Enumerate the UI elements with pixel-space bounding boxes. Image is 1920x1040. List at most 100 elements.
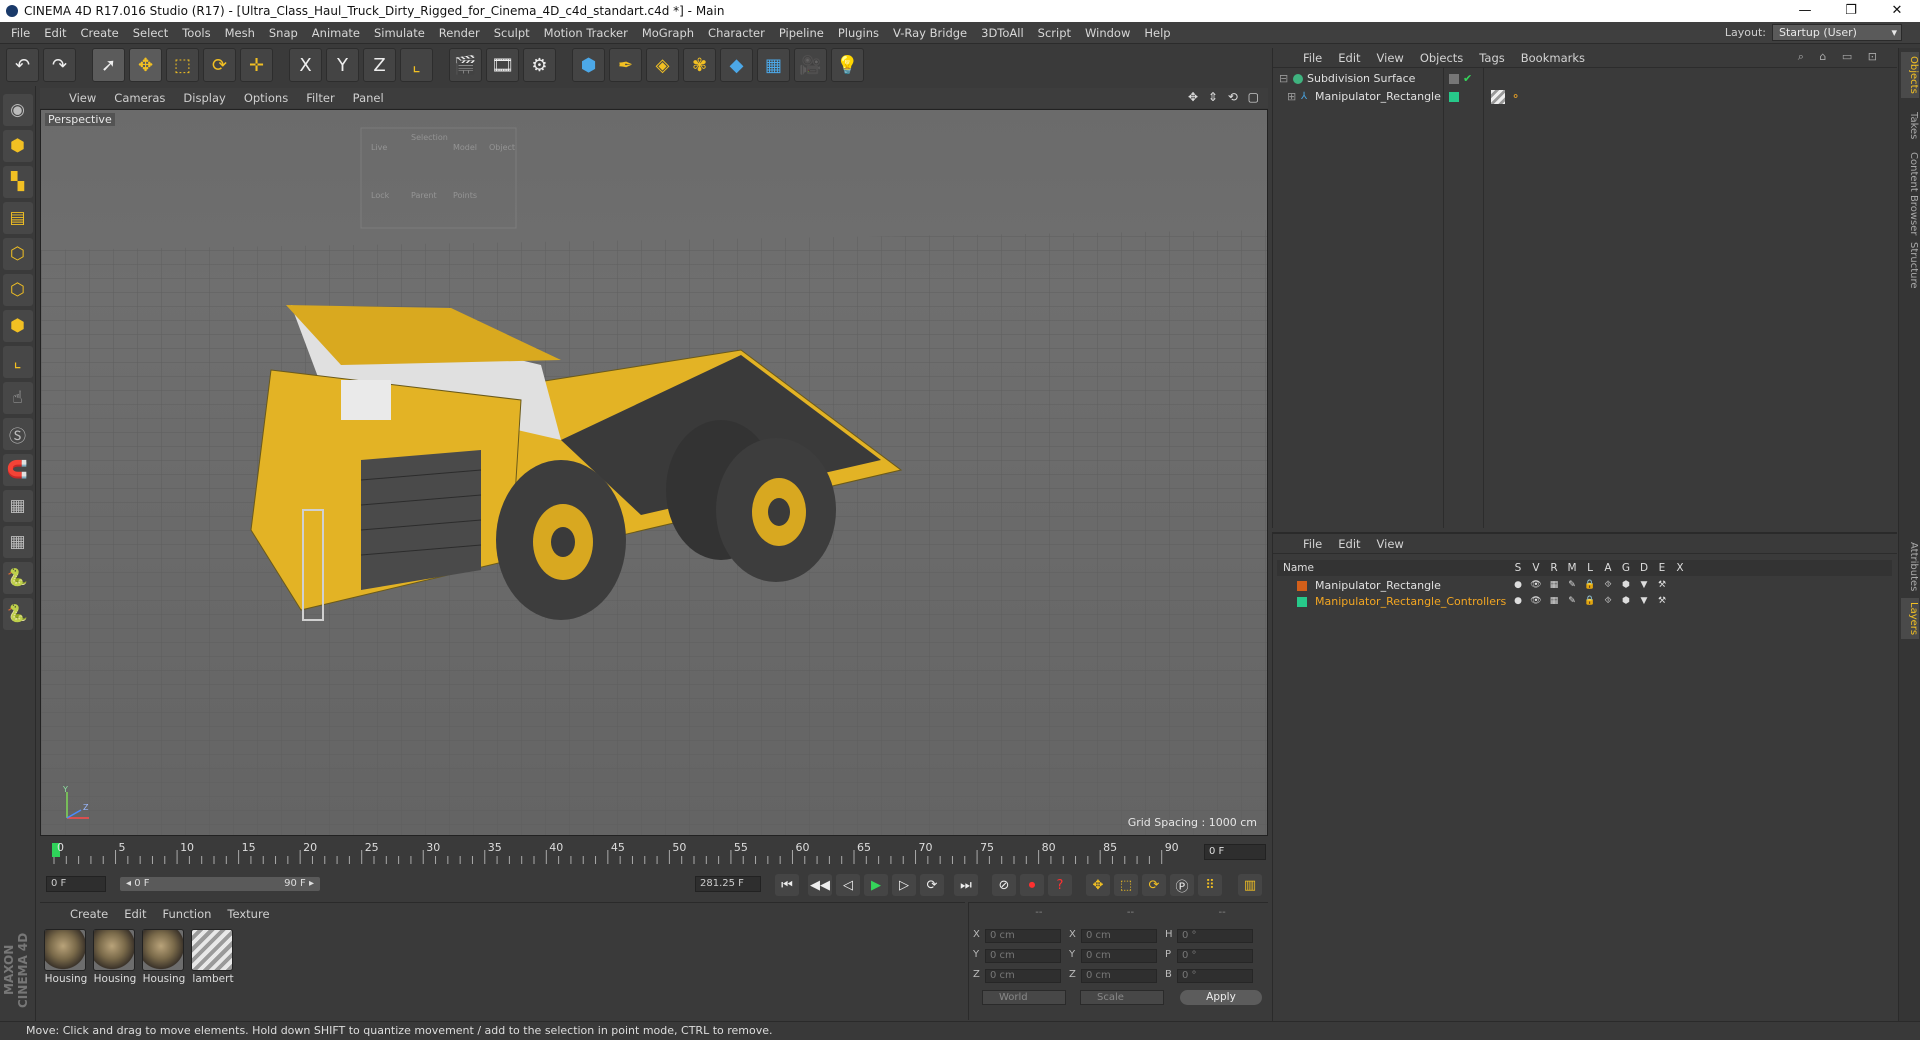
- python-script-icon[interactable]: 🐍: [2, 598, 33, 630]
- layer-manager-icon[interactable]: ✎: [1563, 594, 1581, 609]
- position-z-field[interactable]: 0 cm: [985, 969, 1061, 983]
- object-menu-tags[interactable]: Tags: [1471, 51, 1512, 65]
- layer-column-animation[interactable]: A: [1599, 560, 1617, 576]
- position-x-field[interactable]: 0 cm: [985, 929, 1061, 943]
- tab-objects[interactable]: Objects: [1901, 52, 1919, 98]
- points-mode-icon[interactable]: ⬡: [2, 238, 33, 270]
- cloner-icon[interactable]: ✾: [683, 48, 716, 82]
- planar-workplane-icon[interactable]: ▦: [2, 526, 33, 558]
- maximize-button[interactable]: ❐: [1828, 0, 1874, 22]
- layout-dropdown[interactable]: Startup (User): [1772, 24, 1902, 41]
- viewport-menu-view[interactable]: View: [60, 91, 105, 105]
- render-view-icon[interactable]: 🎬: [449, 48, 482, 82]
- layer-manager-icon[interactable]: ✎: [1563, 578, 1581, 593]
- layer-view-icon[interactable]: 👁: [1527, 578, 1545, 593]
- layer-column-view[interactable]: V: [1527, 560, 1545, 576]
- axis-mode-icon[interactable]: ⌞: [2, 346, 33, 378]
- minimize-button[interactable]: —: [1782, 0, 1828, 22]
- menu-tools[interactable]: Tools: [175, 26, 217, 40]
- cube-icon[interactable]: ⬢: [572, 48, 605, 82]
- menu-file[interactable]: File: [4, 26, 37, 40]
- key-parameter-icon[interactable]: Ⓟ: [1170, 874, 1194, 896]
- menu-motion-tracker[interactable]: Motion Tracker: [537, 26, 635, 40]
- viewport-menu-cameras[interactable]: Cameras: [105, 91, 174, 105]
- coordinate-system-icon[interactable]: ⌞: [400, 48, 433, 82]
- menu-window[interactable]: Window: [1078, 26, 1137, 40]
- current-frame-field[interactable]: 0 F: [1204, 844, 1266, 860]
- object-row[interactable]: ⊞ ⅄ Manipulator_Rectangle ⚬: [1273, 88, 1897, 106]
- record-settings-icon[interactable]: ⊘: [992, 874, 1016, 896]
- live-selection-icon[interactable]: ➚: [92, 48, 125, 82]
- object-row[interactable]: ⊟ Subdivision Surface ✔: [1273, 70, 1897, 88]
- menu-edit[interactable]: Edit: [37, 26, 73, 40]
- tab-structure[interactable]: Structure: [1901, 238, 1919, 293]
- menu-create[interactable]: Create: [74, 26, 126, 40]
- layer-color-swatch[interactable]: [1297, 597, 1307, 607]
- timeline-ruler[interactable]: 0 5 10 15 20 25 30 35 40 45 50 55 60 65 70 75 80 85 90 0 F: [40, 840, 1268, 866]
- y-axis-icon[interactable]: Y: [326, 48, 359, 82]
- viewport-menu-filter[interactable]: Filter: [297, 91, 343, 105]
- size-mode-dropdown[interactable]: Scale: [1080, 990, 1164, 1005]
- light-icon[interactable]: 💡: [831, 48, 864, 82]
- layer-render-icon[interactable]: ▦: [1545, 578, 1563, 593]
- object-menu-bookmarks[interactable]: Bookmarks: [1513, 51, 1593, 65]
- menu-render[interactable]: Render: [432, 26, 487, 40]
- go-to-end-button[interactable]: ⏭: [954, 874, 978, 896]
- tab-content-browser[interactable]: Content Browser: [1901, 148, 1919, 239]
- menu-help[interactable]: Help: [1137, 26, 1177, 40]
- material-menu-edit[interactable]: Edit: [116, 907, 154, 925]
- layer-animation-icon[interactable]: ⯑: [1599, 594, 1617, 609]
- layer-deformer-icon[interactable]: ▼: [1635, 594, 1653, 609]
- coordinate-space-dropdown[interactable]: World: [982, 990, 1066, 1005]
- go-to-start-button[interactable]: ⏮: [775, 874, 799, 896]
- polygons-mode-icon[interactable]: ⬢: [2, 310, 33, 342]
- rotation-b-field[interactable]: 0 °: [1177, 969, 1253, 983]
- menu-simulate[interactable]: Simulate: [367, 26, 432, 40]
- object-menu-view[interactable]: View: [1369, 51, 1412, 65]
- ik-tag-icon[interactable]: ⚬: [1511, 88, 1520, 106]
- layer-color-swatch[interactable]: [1297, 581, 1307, 591]
- key-scale-icon[interactable]: ⬚: [1114, 874, 1138, 896]
- layer-name[interactable]: Manipulator_Rectangle: [1315, 578, 1441, 593]
- tweak-mode-icon[interactable]: ☝: [2, 382, 33, 414]
- layer-solo-icon[interactable]: ●: [1509, 594, 1527, 609]
- previous-frame-button[interactable]: ◁: [836, 874, 860, 896]
- visibility-toggle-icon[interactable]: [1449, 74, 1459, 84]
- layer-column-solo[interactable]: S: [1509, 560, 1527, 576]
- object-name[interactable]: Manipulator_Rectangle: [1315, 88, 1441, 106]
- layer-color-icon[interactable]: [1449, 92, 1459, 102]
- menu-snap[interactable]: Snap: [262, 26, 305, 40]
- layer-column-generators[interactable]: G: [1617, 560, 1635, 576]
- key-pla-icon[interactable]: ⠿: [1198, 874, 1222, 896]
- subdivision-icon[interactable]: ◈: [646, 48, 679, 82]
- start-frame-field[interactable]: 0 F: [46, 876, 106, 892]
- object-menu-objects[interactable]: Objects: [1412, 51, 1471, 65]
- autokeying-icon[interactable]: ?: [1048, 874, 1072, 896]
- layer-view-icon[interactable]: 👁: [1527, 594, 1545, 609]
- layer-expression-icon[interactable]: ⚒: [1653, 594, 1671, 609]
- redo-icon[interactable]: ↷: [43, 48, 76, 82]
- key-position-icon[interactable]: ✥: [1086, 874, 1110, 896]
- previous-keyframe-button[interactable]: ◀◀: [808, 874, 832, 896]
- object-manager-search-icon[interactable]: ⌕ ⌂ ▭ ⊡: [1790, 50, 1891, 64]
- tab-attributes[interactable]: Attributes: [1901, 538, 1919, 595]
- size-y-field[interactable]: 0 cm: [1081, 949, 1157, 963]
- viewport-menu-display[interactable]: Display: [174, 91, 234, 105]
- menu-pipeline[interactable]: Pipeline: [772, 26, 831, 40]
- collapse-icon[interactable]: ⊟: [1279, 70, 1288, 88]
- layer-lock-icon[interactable]: 🔒: [1581, 578, 1599, 593]
- rotation-h-field[interactable]: 0 °: [1177, 929, 1253, 943]
- material-tag-icon[interactable]: [1491, 90, 1505, 104]
- menu-select[interactable]: Select: [126, 26, 175, 40]
- scale-icon[interactable]: ⬚: [166, 48, 199, 82]
- snap-icon[interactable]: 🧲: [2, 454, 33, 486]
- tab-takes[interactable]: Takes: [1901, 108, 1919, 143]
- menu-plugins[interactable]: Plugins: [831, 26, 886, 40]
- rotation-p-field[interactable]: 0 °: [1177, 949, 1253, 963]
- make-editable-icon[interactable]: ◉: [2, 94, 33, 126]
- material-menu-create[interactable]: Create: [62, 907, 116, 925]
- layer-generator-icon[interactable]: ⬢: [1617, 594, 1635, 609]
- z-axis-icon[interactable]: Z: [363, 48, 396, 82]
- layer-lock-icon[interactable]: 🔒: [1581, 594, 1599, 609]
- solo-icon[interactable]: Ⓢ: [2, 418, 33, 450]
